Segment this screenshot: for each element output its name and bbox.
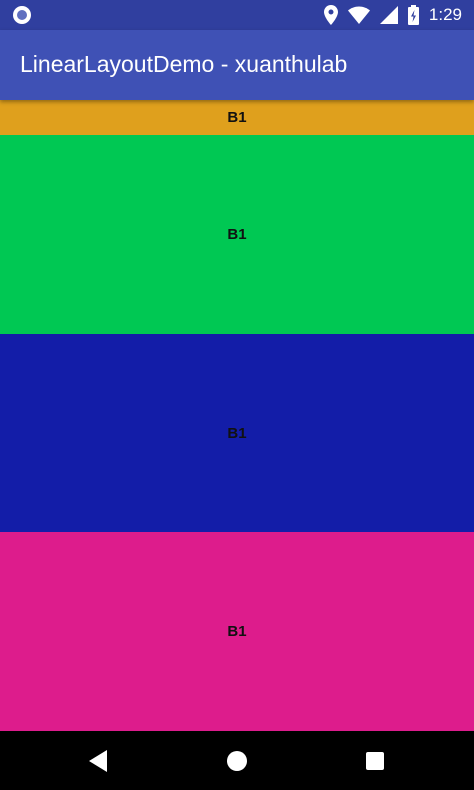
phone-screen: 1:29 LinearLayoutDemo - xuanthulab B1 B1… [0,0,474,790]
recents-button[interactable] [364,750,386,772]
block-4-label: B1 [227,623,247,640]
block-2-label: B1 [227,226,247,243]
status-icons: 1:29 [323,5,462,25]
home-icon [227,751,247,771]
back-button[interactable] [88,750,110,772]
battery-charging-icon [407,5,419,25]
app-title: LinearLayoutDemo - xuanthulab [20,51,348,77]
home-button[interactable] [226,750,248,772]
block-1[interactable]: B1 [0,100,474,135]
block-3[interactable]: B1 [0,334,474,532]
block-4[interactable]: B1 [0,532,474,731]
wifi-icon [347,6,370,24]
status-bar: 1:29 [0,0,474,30]
location-icon [323,5,338,25]
recents-icon [366,752,384,770]
signal-icon [379,6,398,24]
app-bar: LinearLayoutDemo - xuanthulab [0,30,474,100]
block-3-label: B1 [227,424,247,442]
navigation-bar [0,731,474,790]
block-2[interactable]: B1 [0,135,474,334]
linear-layout: B1 B1 B1 B1 [0,100,474,731]
app-notification-icon [13,6,31,24]
block-1-label: B1 [227,109,247,126]
status-time: 1:29 [428,5,462,24]
back-icon [89,750,107,772]
